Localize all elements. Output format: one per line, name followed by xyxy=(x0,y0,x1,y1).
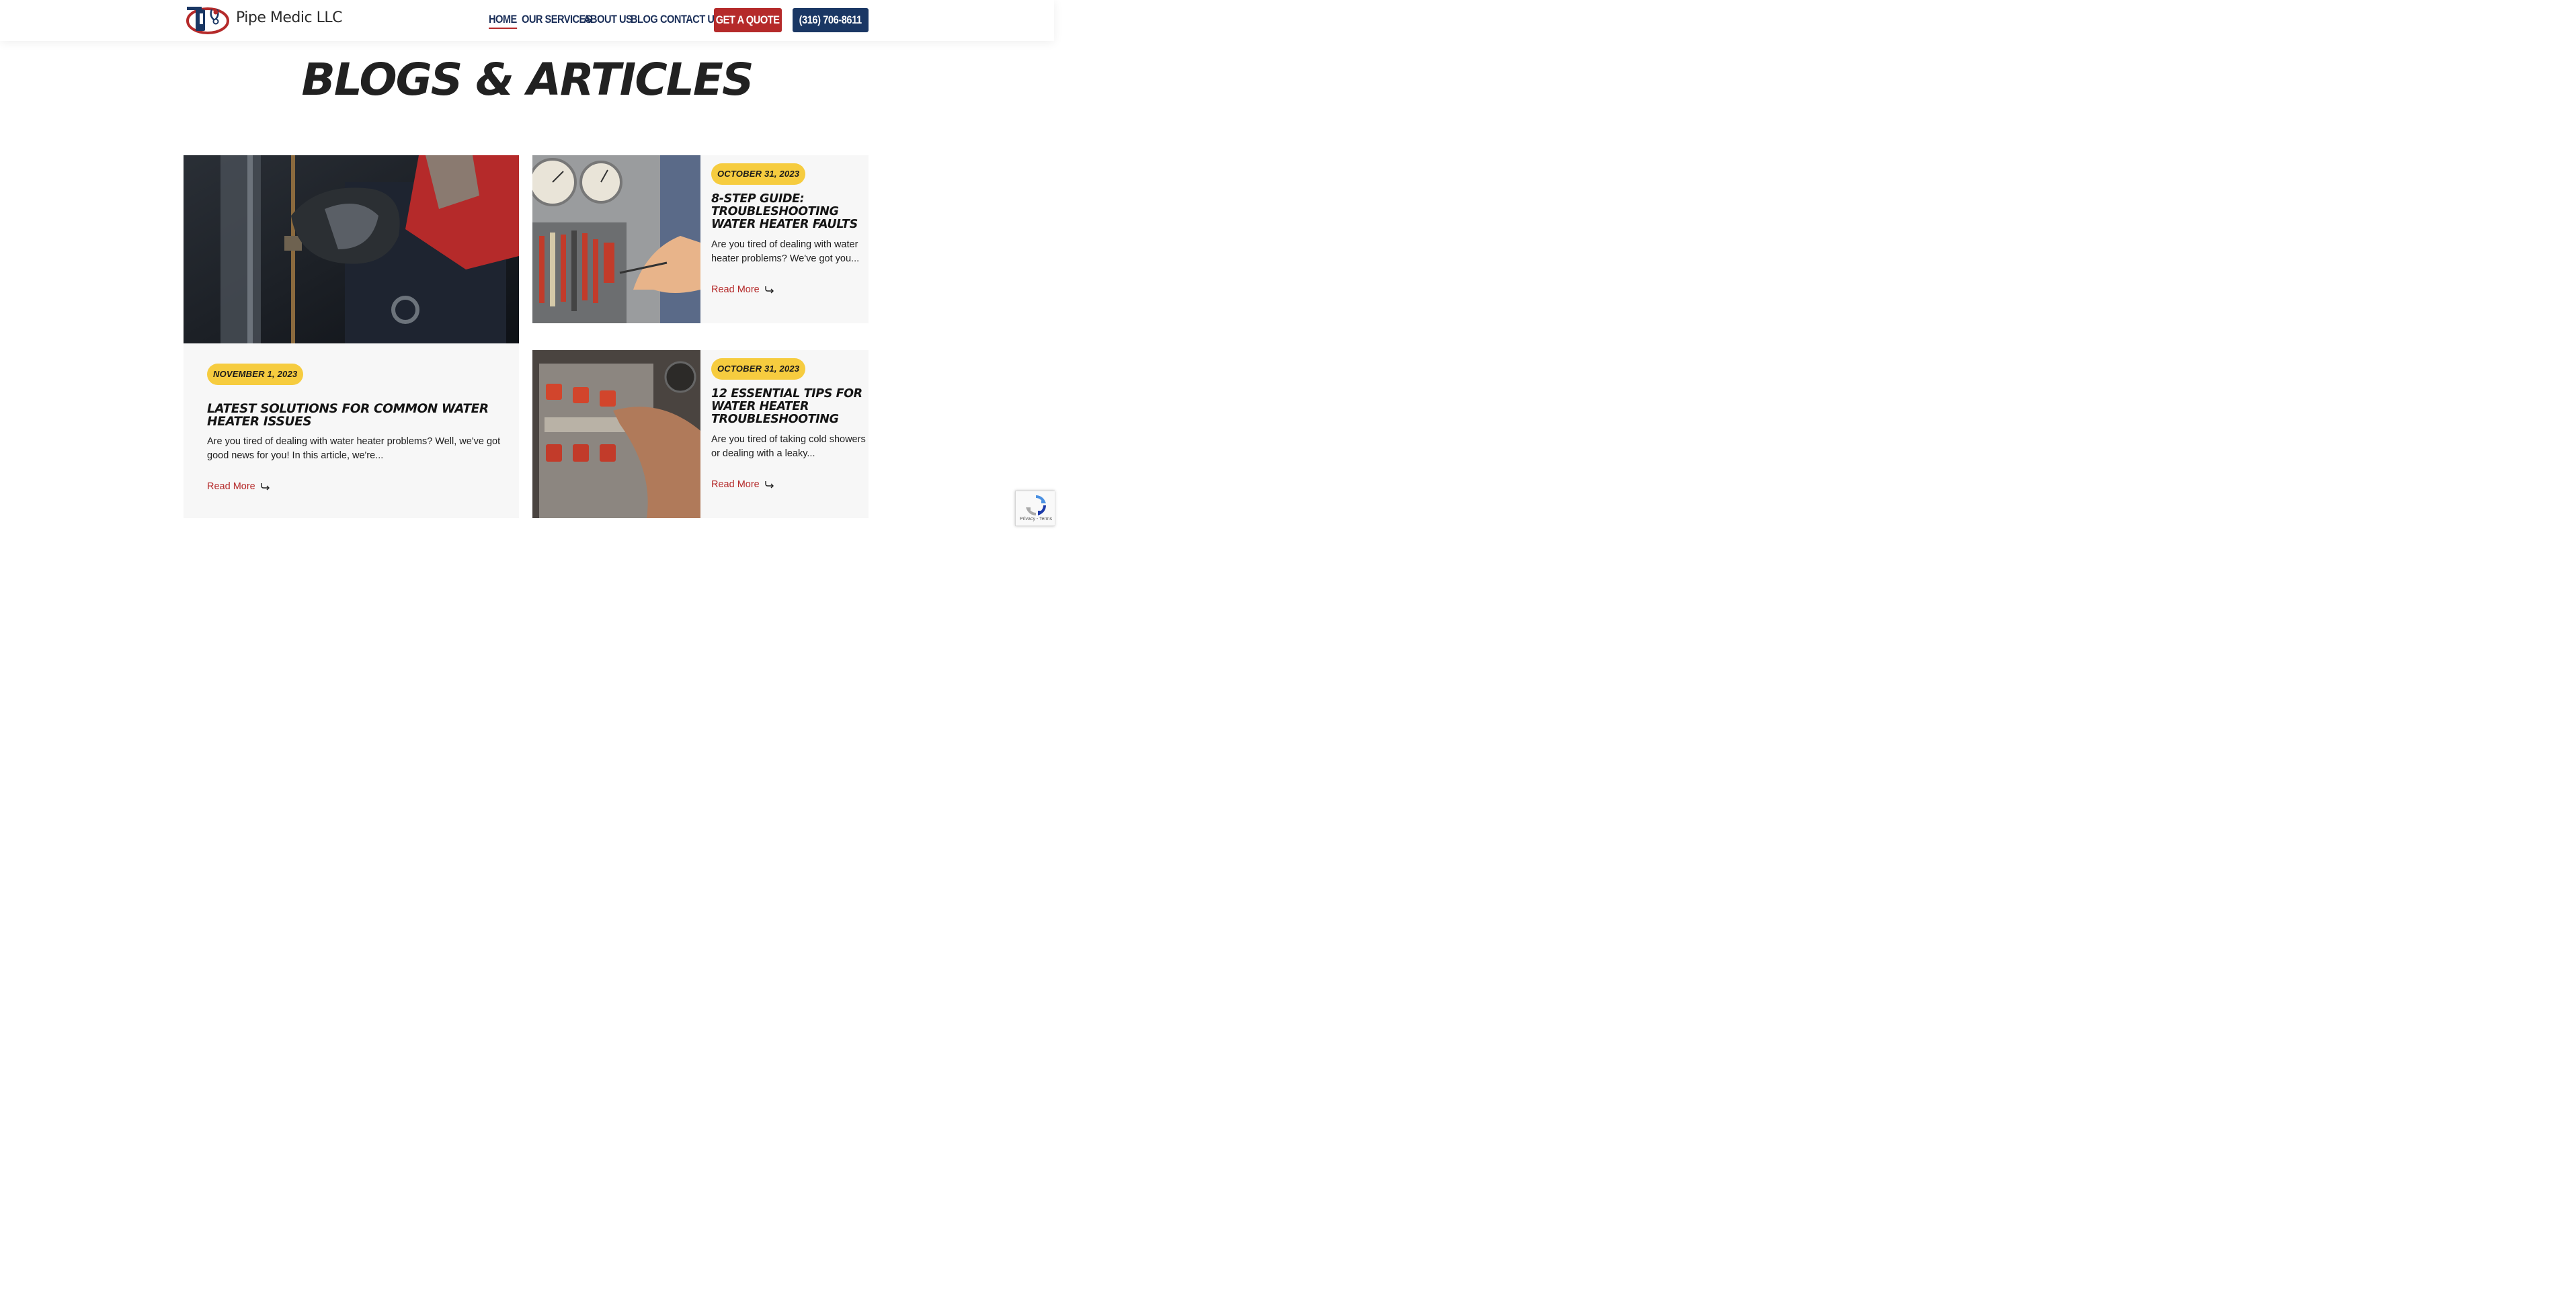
post-date-badge: OCTOBER 31, 2023 xyxy=(711,358,806,380)
read-more-label: Read More xyxy=(711,284,760,295)
nav-home[interactable]: HOME xyxy=(489,13,517,29)
nav-blog[interactable]: BLOG xyxy=(631,13,658,26)
post-excerpt: Are you tired of dealing with water heat… xyxy=(711,239,860,264)
arrow-right-icon xyxy=(261,483,270,491)
site-header: Pipe Medic LLC HOME OUR SERVICES ABOUT U… xyxy=(0,0,1054,41)
nav-about-us[interactable]: ABOUT US xyxy=(583,13,633,26)
nav-contact-us[interactable]: CONTACT US xyxy=(660,13,721,26)
read-more-label: Read More xyxy=(207,481,255,492)
post-title[interactable]: LATEST SOLUTIONS FOR COMMON WATER HEATER… xyxy=(207,403,503,428)
post-thumbnail-control-panel[interactable] xyxy=(532,350,700,518)
blog-card-small: OCTOBER 31, 2023 8-STEP GUIDE: TROUBLESH… xyxy=(532,155,869,323)
get-a-quote-button[interactable]: GET A QUOTE xyxy=(714,8,782,32)
blog-card-small: OCTOBER 31, 2023 12 ESSENTIAL TIPS FOR W… xyxy=(532,350,869,518)
read-more-label: Read More xyxy=(711,479,760,490)
arrow-right-icon xyxy=(765,286,774,294)
post-date-badge: NOVEMBER 1, 2023 xyxy=(207,364,304,385)
brand-name[interactable]: Pipe Medic LLC xyxy=(236,9,342,26)
post-title[interactable]: 8-STEP GUIDE: TROUBLESHOOTING WATER HEAT… xyxy=(711,193,867,231)
recaptcha-badge[interactable]: Privacy - Terms xyxy=(1015,491,1055,526)
post-date-badge: OCTOBER 31, 2023 xyxy=(711,163,806,185)
arrow-right-icon xyxy=(765,481,774,489)
post-thumbnail-gloved-hand[interactable] xyxy=(184,155,519,343)
post-excerpt: Are you tired of dealing with water heat… xyxy=(207,436,501,461)
post-body: OCTOBER 31, 2023 12 ESSENTIAL TIPS FOR W… xyxy=(711,358,867,491)
post-title[interactable]: 12 ESSENTIAL TIPS FOR WATER HEATER TROUB… xyxy=(711,388,867,426)
recaptcha-icon xyxy=(1025,495,1047,516)
phone-button[interactable]: (316) 706-8611 xyxy=(793,8,869,32)
get-a-quote-label: GET A QUOTE xyxy=(716,13,780,26)
post-excerpt: Are you tired of taking cold showers or … xyxy=(711,434,866,459)
page-title: BLOGS & ARTICLES xyxy=(301,54,754,106)
read-more-link[interactable]: Read More xyxy=(711,284,774,295)
post-thumbnail-gauges-wiring[interactable] xyxy=(532,155,700,323)
read-more-link[interactable]: Read More xyxy=(711,479,774,490)
recaptcha-terms[interactable]: Privacy - Terms xyxy=(1020,517,1052,521)
pipe-medic-logo[interactable] xyxy=(185,4,229,35)
blog-card-featured: NOVEMBER 1, 2023 LATEST SOLUTIONS FOR CO… xyxy=(184,155,519,518)
phone-label: (316) 706-8611 xyxy=(799,13,862,26)
nav-our-services[interactable]: OUR SERVICES xyxy=(522,13,592,26)
post-body: NOVEMBER 1, 2023 LATEST SOLUTIONS FOR CO… xyxy=(207,364,503,493)
read-more-link[interactable]: Read More xyxy=(207,481,270,492)
post-body: OCTOBER 31, 2023 8-STEP GUIDE: TROUBLESH… xyxy=(711,163,867,296)
